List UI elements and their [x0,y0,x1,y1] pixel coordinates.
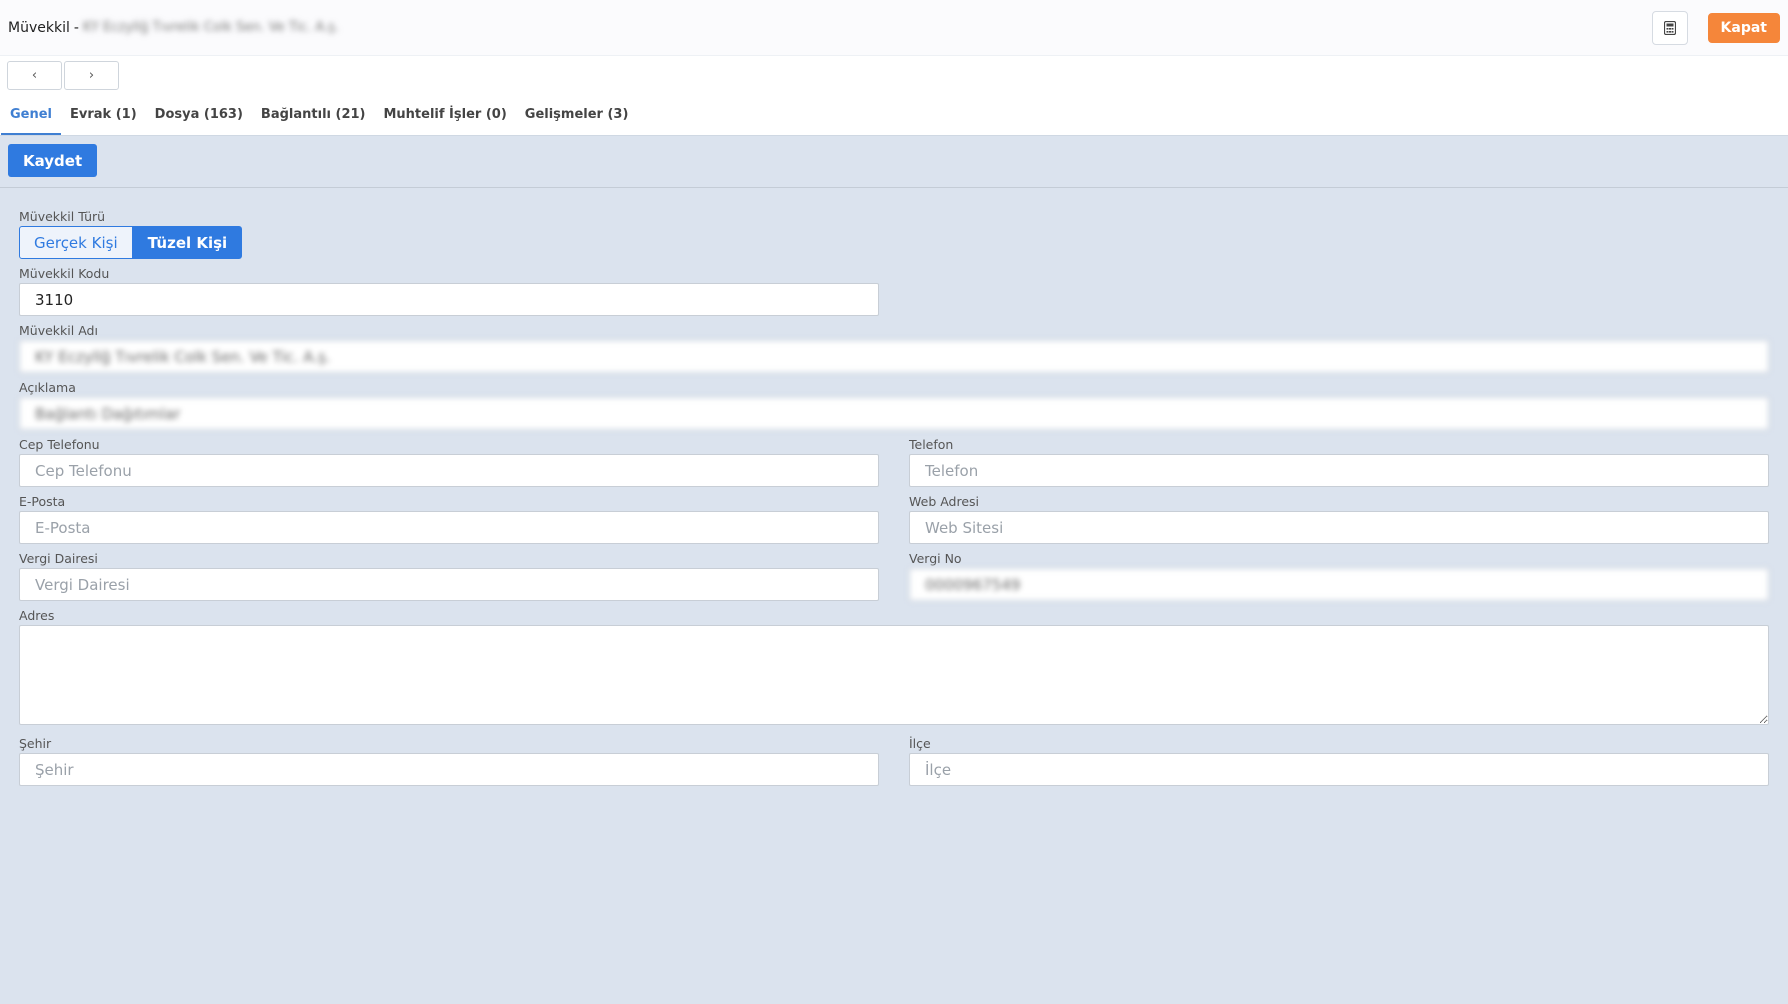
description-input[interactable] [19,397,1769,430]
client-type-selector: Gerçek Kişi Tüzel Kişi [19,226,1769,259]
window-title: Müvekkil - KY Eczyllğ Tıvrelik Colk Sen.… [8,20,339,36]
tax-office-field-group: Vergi Dairesi [19,552,879,601]
next-record-button[interactable]: › [64,61,119,90]
phone-field-group: Telefon [909,438,1769,487]
city-field-group: Şehir [19,737,879,786]
tab-genel[interactable]: Genel [1,107,62,135]
tax-no-label: Vergi No [909,551,962,566]
client-type-individual[interactable]: Gerçek Kişi [19,226,133,259]
mobile-input[interactable] [19,454,879,487]
tab-bar: Genel Evrak (1) Dosya (163) Bağlantılı (… [0,96,1788,136]
record-navigation: ‹ › [0,56,1788,96]
web-input[interactable] [909,511,1769,544]
contact-row: E-Posta Web Adresi [19,495,1769,552]
tab-dosya[interactable]: Dosya (163) [146,107,252,135]
city-input[interactable] [19,753,879,786]
client-name: KY Eczyllğ Tıvrelik Colk Sen. Ve Tic. A.… [82,20,340,35]
previous-record-button[interactable]: ‹ [7,61,62,90]
client-name-input[interactable] [19,340,1769,373]
tax-no-input[interactable] [909,568,1769,601]
save-button[interactable]: Kaydet [8,144,98,177]
phone-row: Cep Telefonu Telefon [19,438,1769,495]
client-code-label: Müvekkil Kodu [19,266,110,281]
client-type-corporate[interactable]: Tüzel Kişi [132,226,243,259]
client-code-input[interactable] [19,283,879,316]
client-type-label: Müvekkil Türü [19,209,106,224]
tax-row: Vergi Dairesi Vergi No [19,552,1769,609]
email-field-group: E-Posta [19,495,879,544]
city-label: Şehir [19,736,52,751]
email-input[interactable] [19,511,879,544]
district-label: İlçe [909,736,931,751]
location-row: Şehir İlçe [19,737,1769,794]
web-field-group: Web Adresi [909,495,1769,544]
tab-muhtelif-isler[interactable]: Muhtelif İşler (0) [374,107,515,135]
email-label: E-Posta [19,494,66,509]
mobile-label: Cep Telefonu [19,437,100,452]
tax-office-input[interactable] [19,568,879,601]
mobile-field-group: Cep Telefonu [19,438,879,487]
district-field-group: İlçe [909,737,1769,786]
calculator-button[interactable] [1651,10,1688,45]
tab-evrak[interactable]: Evrak (1) [61,107,146,135]
district-input[interactable] [909,753,1769,786]
action-bar: Kaydet [0,136,1788,188]
window-header: Müvekkil - KY Eczyllğ Tıvrelik Colk Sen.… [0,0,1788,56]
client-form: Müvekkil Türü Gerçek Kişi Tüzel Kişi Müv… [0,188,1788,794]
page-title: Müvekkil [8,19,70,36]
address-textarea[interactable] [19,625,1769,725]
description-field-group: Açıklama [19,381,1769,430]
description-label: Açıklama [19,380,76,395]
client-name-field-group: Müvekkil Adı [19,324,1769,373]
close-button[interactable]: Kapat [1707,12,1780,43]
address-label: Adres [19,608,55,623]
tab-gelismeler[interactable]: Gelişmeler (3) [516,107,638,135]
web-label: Web Adresi [909,494,980,509]
phone-label: Telefon [909,437,954,452]
tab-baglantili[interactable]: Bağlantılı (21) [252,107,375,135]
client-name-label: Müvekkil Adı [19,323,98,338]
tax-no-field-group: Vergi No [909,552,1769,601]
phone-input[interactable] [909,454,1769,487]
calculator-icon [1663,20,1676,35]
title-separator: - [73,19,79,36]
client-code-field-group: Müvekkil Kodu [19,267,879,316]
tax-office-label: Vergi Dairesi [19,551,98,566]
header-actions: Kapat [1651,10,1780,45]
address-field-group: Adres [19,609,1769,729]
